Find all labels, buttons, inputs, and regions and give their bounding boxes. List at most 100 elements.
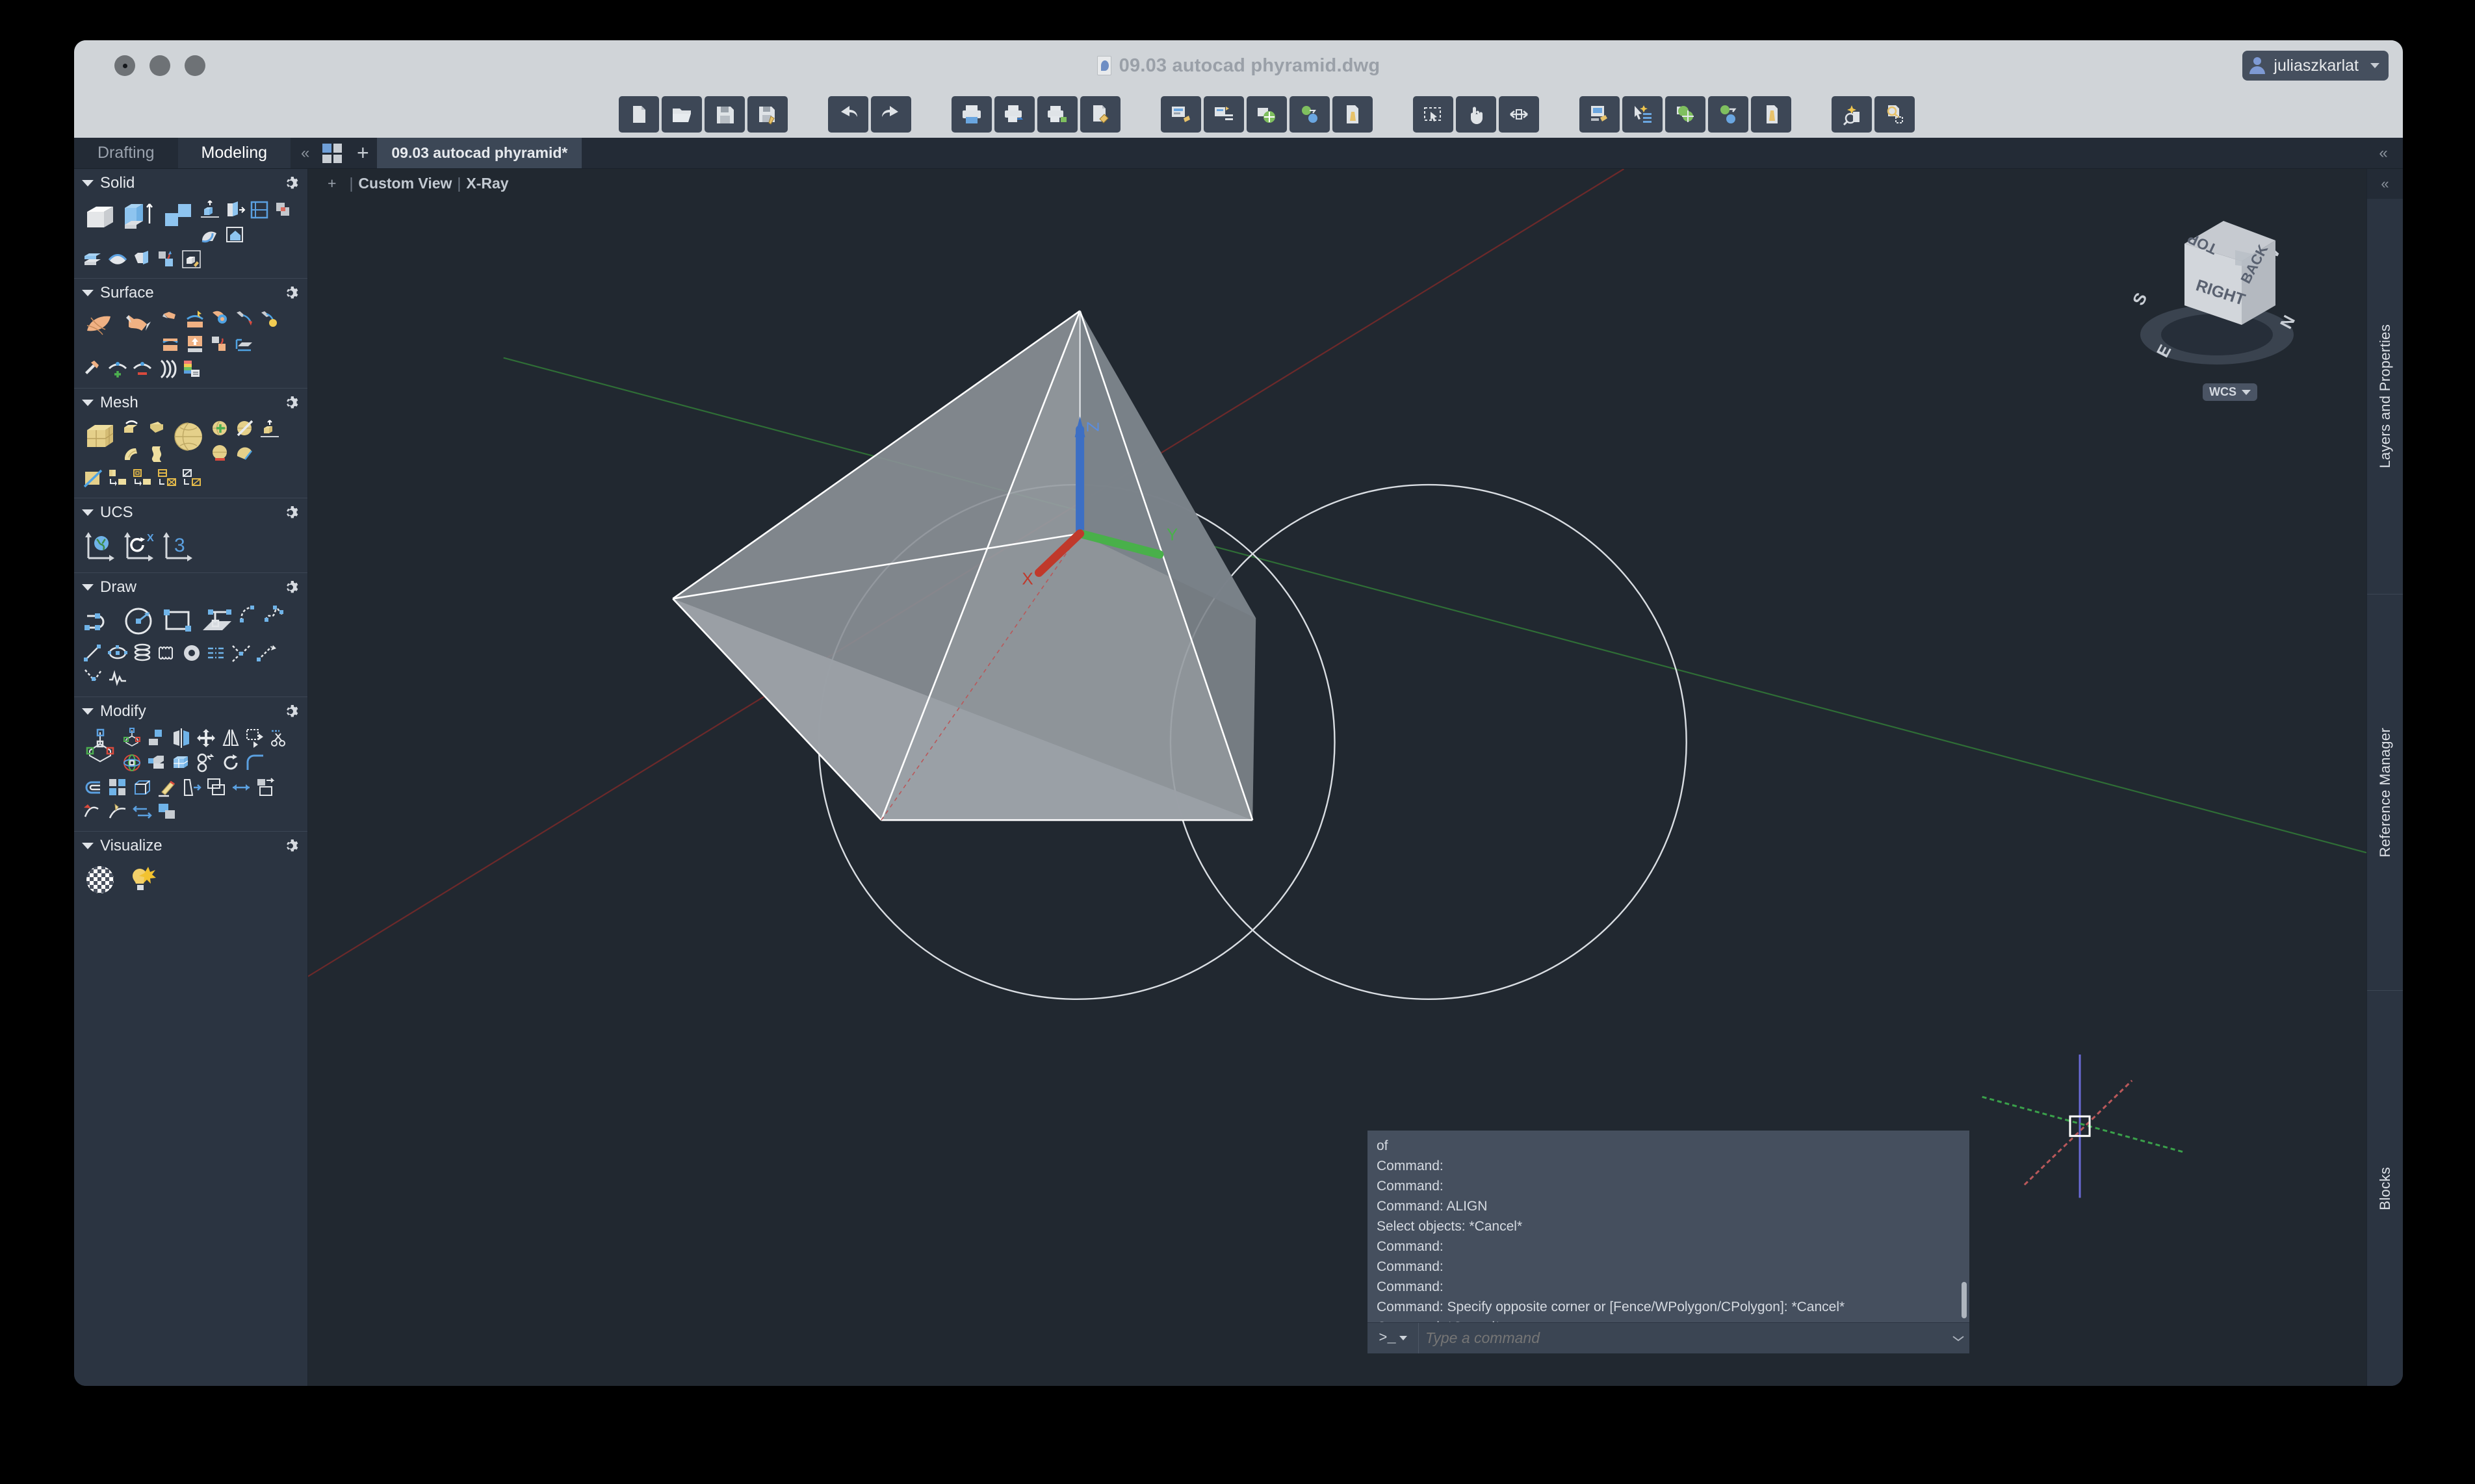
tool-polysolid[interactable]: [199, 199, 221, 221]
tool-lights[interactable]: [121, 862, 157, 898]
tool-ucs-x-rotate[interactable]: X: [121, 528, 157, 565]
panel-modify-header[interactable]: Modify: [74, 697, 307, 726]
gear-icon[interactable]: [283, 505, 298, 520]
chevron-down-icon[interactable]: [82, 180, 94, 186]
gear-icon[interactable]: [283, 704, 298, 719]
panel-blocks[interactable]: Blocks: [2367, 991, 2403, 1386]
window-selection-button[interactable]: [1413, 96, 1453, 133]
tool-untrim-surface[interactable]: [234, 333, 256, 355]
visual-style-button[interactable]: [1708, 96, 1748, 133]
tool-3d-rotate[interactable]: [121, 752, 143, 774]
panel-surface-header[interactable]: Surface: [74, 279, 307, 307]
tool-slice[interactable]: [248, 199, 270, 221]
find-button[interactable]: [1874, 96, 1915, 133]
tool-mirror-3d[interactable]: [170, 727, 192, 749]
tool-convert-to-solid[interactable]: [107, 248, 129, 270]
tool-align[interactable]: [146, 727, 168, 749]
panel-mesh-header[interactable]: Mesh: [74, 389, 307, 417]
chevron-down-icon[interactable]: [82, 584, 94, 591]
tool-box[interactable]: [82, 199, 118, 235]
tool-helix[interactable]: [131, 642, 153, 664]
right-rail-collapse-button[interactable]: «: [2364, 138, 2403, 168]
tool-cv-show[interactable]: [156, 358, 178, 380]
tool-scale[interactable]: [255, 776, 277, 799]
tool-trim-surface[interactable]: [209, 309, 231, 331]
tool-ruled-mesh[interactable]: [121, 443, 143, 465]
pan-button[interactable]: [1456, 96, 1496, 133]
save-as-drawing-button[interactable]: [747, 96, 788, 133]
tool-refine-mesh[interactable]: [209, 418, 231, 441]
tool-3d-move-gizmo[interactable]: [82, 727, 118, 763]
redo-button[interactable]: [871, 96, 911, 133]
tool-solid-edit[interactable]: [181, 248, 203, 270]
document-tab[interactable]: 09.03 autocad phyramid*: [377, 138, 582, 168]
tool-ucs-3point[interactable]: 3: [160, 528, 196, 565]
tool-move[interactable]: [195, 727, 217, 749]
tool-thicken[interactable]: [82, 248, 104, 270]
viewport-view-control[interactable]: Custom View: [358, 175, 452, 192]
tool-polyline[interactable]: [82, 603, 118, 639]
tool-union[interactable]: [156, 248, 178, 270]
command-prompt-menu[interactable]: >_: [1367, 1330, 1418, 1346]
panel-draw-header[interactable]: Draw: [74, 573, 307, 602]
gear-icon[interactable]: [283, 175, 298, 191]
tool-revision-cloud[interactable]: [156, 642, 178, 664]
maximize-window-button[interactable]: [185, 55, 205, 76]
tool-convert-to-surface[interactable]: [131, 468, 153, 490]
tool-point[interactable]: [82, 667, 104, 689]
tool-nurbs-edit[interactable]: [82, 358, 104, 380]
chevron-down-icon[interactable]: [82, 708, 94, 715]
tool-smooth-less[interactable]: [209, 443, 231, 465]
layer-state-button[interactable]: [1204, 96, 1244, 133]
tool-sculpt[interactable]: [185, 333, 207, 355]
tool-mesh-sphere[interactable]: [170, 418, 207, 455]
viewport-menu-button[interactable]: +: [320, 175, 344, 192]
tool-mesh-slice[interactable]: [82, 468, 104, 490]
tool-extract-edges[interactable]: [131, 248, 153, 270]
gear-icon[interactable]: [283, 580, 298, 595]
tool-materials-browser[interactable]: [82, 862, 118, 898]
layer-off-button[interactable]: [1247, 96, 1287, 133]
purge-button[interactable]: [1751, 96, 1791, 133]
tool-extend[interactable]: [181, 776, 203, 799]
tool-line[interactable]: [82, 642, 104, 664]
tool-crease[interactable]: [234, 443, 256, 465]
ribbon-collapse-button[interactable]: «: [291, 138, 320, 168]
tool-mirror[interactable]: [220, 727, 242, 749]
layer-isolate-button[interactable]: [1332, 96, 1373, 133]
tool-world-ucs[interactable]: [82, 528, 118, 565]
tool-split-face[interactable]: [234, 418, 256, 441]
gear-icon[interactable]: [283, 838, 298, 854]
account-menu[interactable]: juliaszkarlat: [2242, 51, 2389, 81]
tool-3d-array[interactable]: [170, 752, 192, 774]
tool-mesh-box[interactable]: [82, 418, 118, 455]
tool-mesh-primitive-options[interactable]: [259, 418, 281, 441]
undo-button[interactable]: [828, 96, 868, 133]
tool-region[interactable]: [199, 603, 235, 639]
new-drawing-button[interactable]: [619, 96, 659, 133]
tool-smooth-more[interactable]: [121, 418, 143, 441]
tab-modeling[interactable]: Modeling: [177, 138, 291, 168]
point-cloud-button[interactable]: [1665, 96, 1705, 133]
tool-stretch[interactable]: [230, 776, 252, 799]
tool-explode[interactable]: [131, 801, 153, 823]
command-history[interactable]: of Command: Command: Command: ALIGN Sele…: [1367, 1131, 1969, 1322]
tool-multiline[interactable]: [205, 642, 227, 664]
tool-chamfer[interactable]: [156, 801, 178, 823]
tool-lengthen[interactable]: [82, 801, 104, 823]
tool-array[interactable]: [107, 776, 129, 799]
tool-circle[interactable]: [121, 603, 157, 639]
tool-break[interactable]: [107, 801, 129, 823]
tab-drafting[interactable]: Drafting: [74, 138, 178, 168]
tool-edge-mesh[interactable]: [146, 443, 168, 465]
open-drawing-button[interactable]: [662, 96, 702, 133]
panel-reference-manager[interactable]: Reference Manager: [2367, 595, 2403, 991]
command-history-scrollbar[interactable]: [1962, 1282, 1967, 1318]
tool-surface-associativity[interactable]: [259, 309, 281, 331]
tool-ellipse[interactable]: [107, 642, 129, 664]
panel-solid-header[interactable]: Solid: [74, 169, 307, 198]
command-input[interactable]: [1418, 1323, 1947, 1353]
wcs-selector[interactable]: WCS: [2203, 383, 2257, 401]
minimize-window-button[interactable]: [149, 55, 170, 76]
plot-preview-button[interactable]: [994, 96, 1035, 133]
